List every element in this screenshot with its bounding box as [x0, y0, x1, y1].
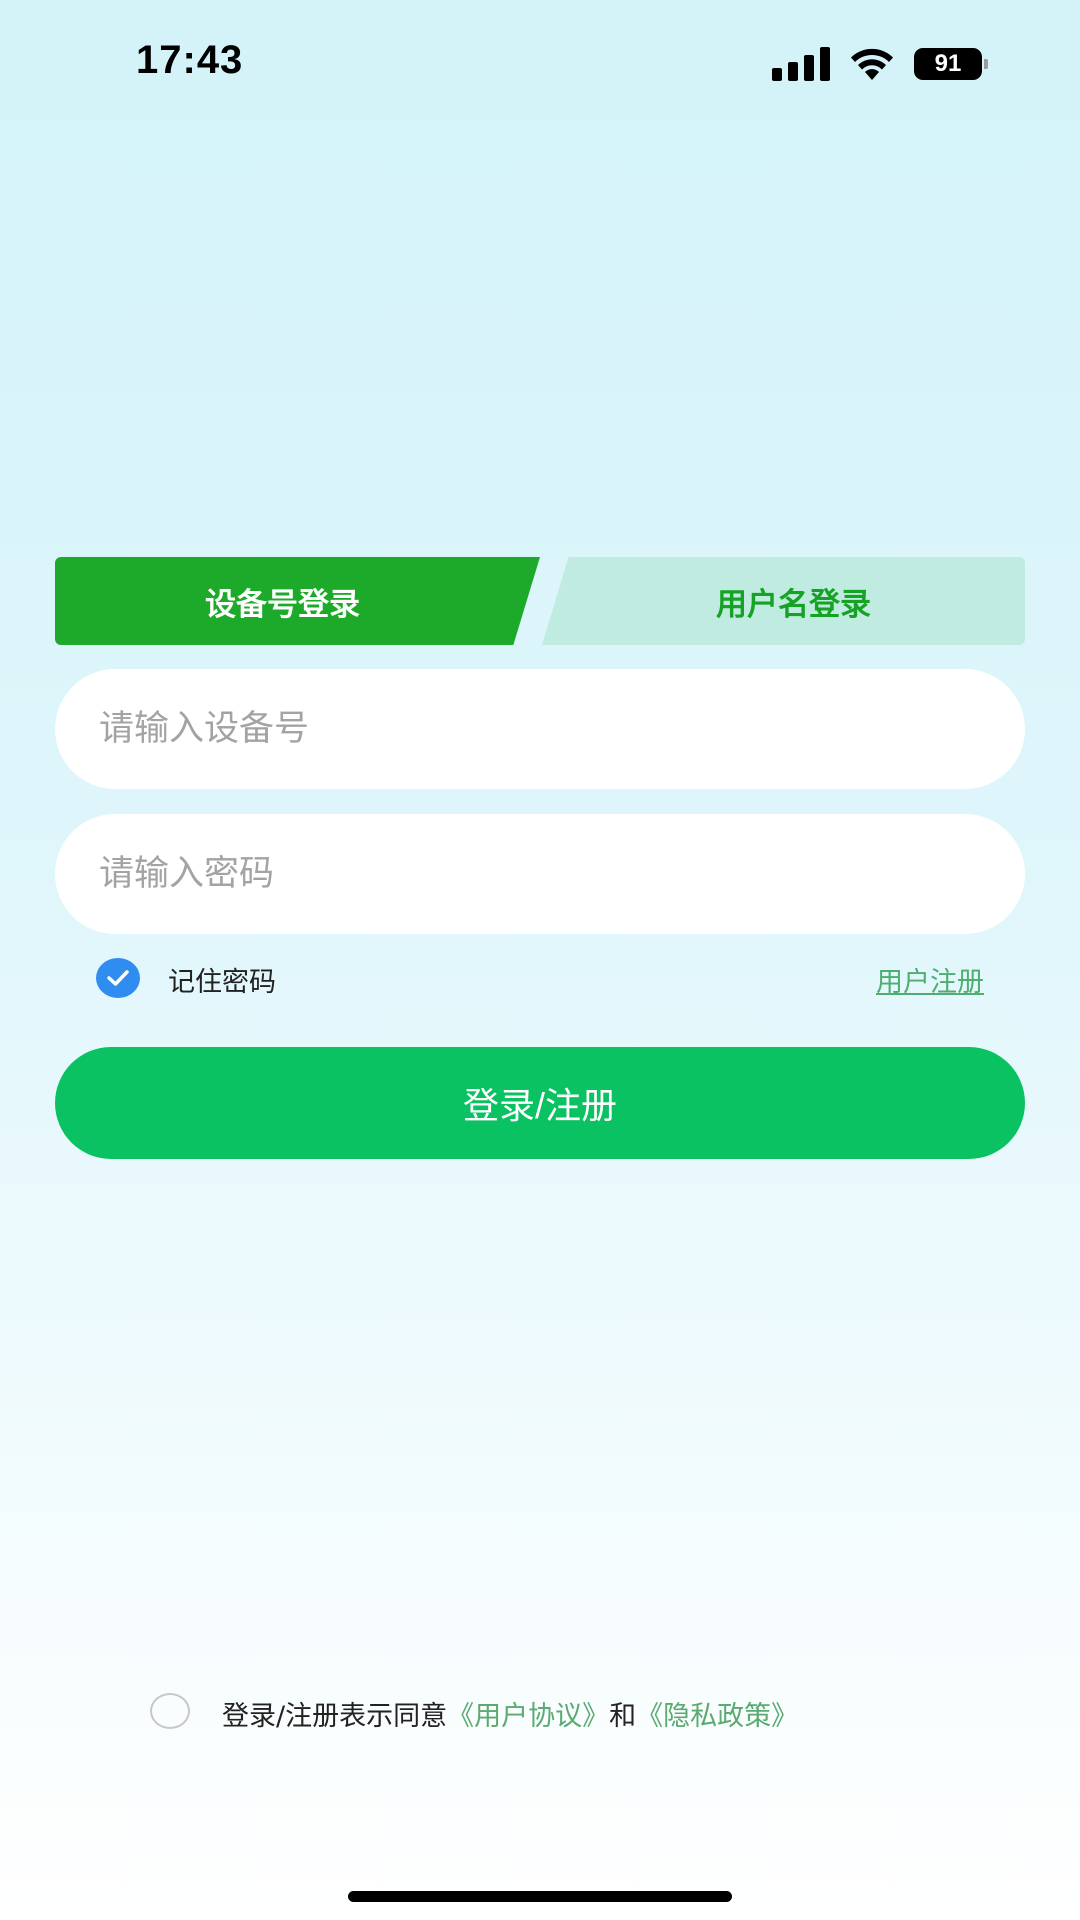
remember-password-checkbox[interactable]: [96, 958, 140, 998]
battery-icon: 91: [914, 48, 988, 80]
tab-username-login-label: 用户名登录: [716, 586, 871, 623]
user-register-link[interactable]: 用户注册: [876, 960, 984, 999]
password-input[interactable]: [97, 853, 981, 895]
privacy-policy-link[interactable]: 《隐私政策》: [636, 1701, 798, 1732]
remember-password-label: 记住密码: [168, 967, 276, 998]
agreement-prefix: 登录/注册表示同意: [222, 1701, 448, 1732]
checkmark-icon: [107, 970, 129, 986]
status-bar: 17:43 91: [0, 0, 1080, 130]
signal-icon: [772, 47, 830, 81]
wifi-icon: [851, 48, 893, 80]
device-number-field[interactable]: [55, 669, 1025, 789]
user-agreement-link[interactable]: 《用户协议》: [447, 1701, 609, 1732]
status-time: 17:43: [136, 38, 244, 82]
login-tabs: 设备号登录 用户名登录: [55, 557, 1025, 645]
login-register-button[interactable]: 登录/注册: [55, 1047, 1025, 1159]
home-indicator[interactable]: [348, 1891, 732, 1902]
agreement-radio[interactable]: [150, 1693, 190, 1729]
battery-level: 91: [934, 50, 962, 77]
tab-device-login-label: 设备号登录: [205, 586, 360, 623]
device-number-input[interactable]: [97, 708, 981, 750]
tab-device-login[interactable]: 设备号登录: [55, 557, 540, 645]
agreement-text: 登录/注册表示同意《用户协议》和《隐私政策》: [222, 1694, 798, 1733]
agreement-conjunction: 和: [609, 1701, 637, 1732]
tab-username-login[interactable]: 用户名登录: [542, 557, 1025, 645]
password-field[interactable]: [55, 814, 1025, 934]
status-icons: 91: [772, 46, 988, 82]
